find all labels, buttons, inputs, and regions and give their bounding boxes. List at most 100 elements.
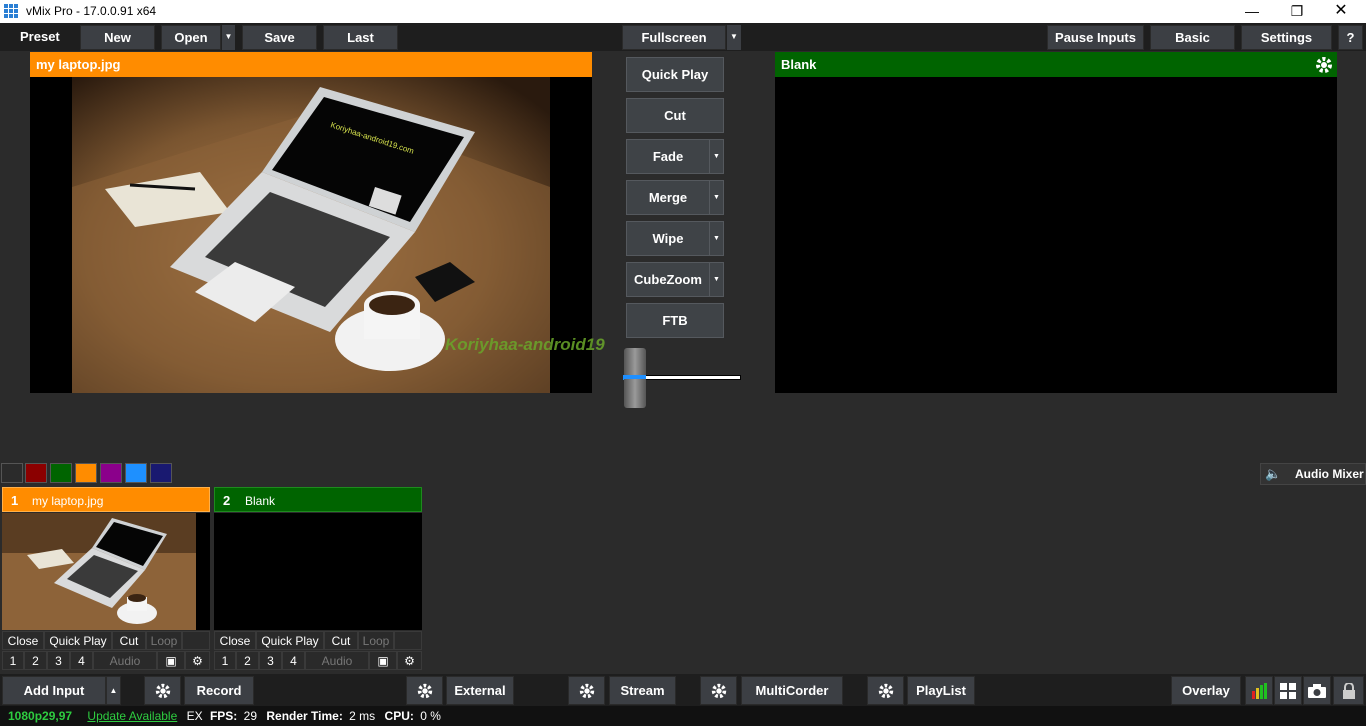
input-2-settings-gear-icon[interactable]: ⚙ <box>397 651 422 670</box>
input-2-action-row: Close Quick Play Cut Loop <box>214 631 422 650</box>
input-2-number: 2 <box>223 493 231 508</box>
close-window-icon[interactable]: ✕ <box>1318 0 1364 23</box>
input-2-overlay-3-button[interactable]: 3 <box>259 651 282 670</box>
cut-transition-button[interactable]: Cut <box>626 98 724 133</box>
pause-inputs-button[interactable]: Pause Inputs <box>1047 25 1144 50</box>
external-settings-gear-icon[interactable] <box>406 676 443 705</box>
cpu-label: CPU: <box>384 709 414 723</box>
input-tile-2[interactable]: 2 Blank Close Quick Play Cut Loop 1 2 3 … <box>214 487 422 670</box>
restore-icon[interactable]: ❐ <box>1274 0 1320 23</box>
color-filter-green[interactable] <box>50 463 72 483</box>
output-title-bar: Blank <box>775 52 1337 77</box>
input-2-monitor-icon[interactable]: ▣ <box>369 651 397 670</box>
color-filter-red[interactable] <box>25 463 47 483</box>
input-2-overlay-1-button[interactable]: 1 <box>214 651 236 670</box>
input-1-overlay-2-button[interactable]: 2 <box>24 651 47 670</box>
multiview-grid-icon[interactable] <box>1274 676 1302 705</box>
fade-transition-button[interactable]: Fade <box>626 139 710 174</box>
merge-dropdown-icon[interactable]: ▼ <box>710 180 724 215</box>
help-button[interactable]: ? <box>1338 25 1363 50</box>
input-1-overlay-row: 1 2 3 4 Audio ▣ ⚙ <box>2 651 210 670</box>
fullscreen-button[interactable]: Fullscreen <box>622 25 726 50</box>
input-1-settings-gear-icon[interactable]: ⚙ <box>185 651 210 670</box>
last-preset-button[interactable]: Last <box>323 25 398 50</box>
status-bar: 1080p29,97 Update Available EX FPS: 29 R… <box>0 706 1366 726</box>
record-button[interactable]: Record <box>184 676 254 705</box>
external-button[interactable]: External <box>446 676 514 705</box>
stream-button[interactable]: Stream <box>609 676 676 705</box>
input-1-header: 1 my laptop.jpg <box>2 487 210 512</box>
basic-button[interactable]: Basic <box>1150 25 1235 50</box>
output-video <box>775 77 1337 393</box>
input-1-loop-button[interactable]: Loop <box>146 631 182 650</box>
input-tile-1[interactable]: 1 my laptop.jpg Close Quick Play Cut Loo… <box>2 487 210 670</box>
vmix-window: vMix Pro - 17.0.0.91 x64 — ❐ ✕ Preset Ne… <box>0 0 1366 726</box>
color-filter-purple[interactable] <box>100 463 122 483</box>
input-1-thumbnail[interactable] <box>2 513 210 630</box>
input-1-name: my laptop.jpg <box>32 494 104 508</box>
preset-label: Preset <box>20 29 60 44</box>
color-filter-blue[interactable] <box>125 463 147 483</box>
input-1-audio-button[interactable]: Audio <box>93 651 157 670</box>
minimize-icon[interactable]: — <box>1229 0 1275 23</box>
preview-title-bar: my laptop.jpg <box>30 52 592 77</box>
input-1-overlay-3-button[interactable]: 3 <box>47 651 70 670</box>
input-1-thumbnail-image <box>2 513 196 630</box>
overlay-button[interactable]: Overlay <box>1171 676 1241 705</box>
input-1-overlay-4-button[interactable]: 4 <box>70 651 93 670</box>
input-2-close-button[interactable]: Close <box>214 631 256 650</box>
cubezoom-dropdown-icon[interactable]: ▼ <box>710 262 724 297</box>
save-preset-button[interactable]: Save <box>242 25 317 50</box>
input-1-monitor-icon[interactable]: ▣ <box>157 651 185 670</box>
merge-transition-button[interactable]: Merge <box>626 180 710 215</box>
open-preset-button[interactable]: Open <box>161 25 221 50</box>
color-filter-navy[interactable] <box>150 463 172 483</box>
input-1-number: 1 <box>11 493 19 508</box>
input-2-overlay-2-button[interactable]: 2 <box>236 651 259 670</box>
playlist-button[interactable]: PlayList <box>907 676 975 705</box>
audio-levels-icon[interactable] <box>1245 676 1273 705</box>
add-input-button[interactable]: Add Input <box>2 676 106 705</box>
snapshot-camera-icon[interactable] <box>1303 676 1331 705</box>
output-settings-gear-icon[interactable] <box>1314 55 1334 75</box>
lock-icon[interactable] <box>1333 676 1364 705</box>
cubezoom-transition-button[interactable]: CubeZoom <box>626 262 710 297</box>
input-1-close-button[interactable]: Close <box>2 631 44 650</box>
ftb-transition-button[interactable]: FTB <box>626 303 724 338</box>
input-1-overlay-1-button[interactable]: 1 <box>2 651 24 670</box>
playlist-settings-gear-icon[interactable] <box>867 676 904 705</box>
new-preset-button[interactable]: New <box>80 25 155 50</box>
color-filter-none[interactable] <box>1 463 23 483</box>
record-settings-gear-icon[interactable] <box>144 676 181 705</box>
input-1-cut-button[interactable]: Cut <box>112 631 146 650</box>
add-input-dropdown-icon[interactable]: ▲ <box>106 676 121 705</box>
color-filter-orange[interactable] <box>75 463 97 483</box>
fullscreen-dropdown-icon[interactable]: ▼ <box>726 25 741 50</box>
wipe-transition-button[interactable]: Wipe <box>626 221 710 256</box>
quick-play-transition-button[interactable]: Quick Play <box>626 57 724 92</box>
ex-label: EX <box>186 709 203 723</box>
input-2-audio-button[interactable]: Audio <box>305 651 369 670</box>
input-1-spacer <box>182 631 210 650</box>
input-1-quick-play-button[interactable]: Quick Play <box>44 631 112 650</box>
stream-settings-gear-icon[interactable] <box>568 676 605 705</box>
watermark-text: Koriyhaa-android19 <box>445 335 605 354</box>
update-available-link[interactable]: Update Available <box>87 709 177 723</box>
multicorder-button[interactable]: MultiCorder <box>741 676 843 705</box>
color-filter-bar <box>0 462 1366 485</box>
input-2-quick-play-button[interactable]: Quick Play <box>256 631 324 650</box>
input-2-cut-button[interactable]: Cut <box>324 631 358 650</box>
settings-button[interactable]: Settings <box>1241 25 1332 50</box>
wipe-dropdown-icon[interactable]: ▼ <box>710 221 724 256</box>
input-2-thumbnail[interactable] <box>214 513 422 630</box>
cpu-value: 0 % <box>420 709 441 723</box>
audio-mixer-button[interactable]: 🔈 Audio Mixer <box>1260 463 1366 485</box>
render-time-value: 2 ms <box>349 709 376 723</box>
vmix-logo-icon <box>4 4 18 18</box>
multicorder-settings-gear-icon[interactable] <box>700 676 737 705</box>
input-2-overlay-4-button[interactable]: 4 <box>282 651 305 670</box>
fade-dropdown-icon[interactable]: ▼ <box>710 139 724 174</box>
input-2-loop-button[interactable]: Loop <box>358 631 394 650</box>
audio-mixer-label: Audio Mixer <box>1295 467 1364 481</box>
open-dropdown-icon[interactable]: ▼ <box>221 25 235 50</box>
